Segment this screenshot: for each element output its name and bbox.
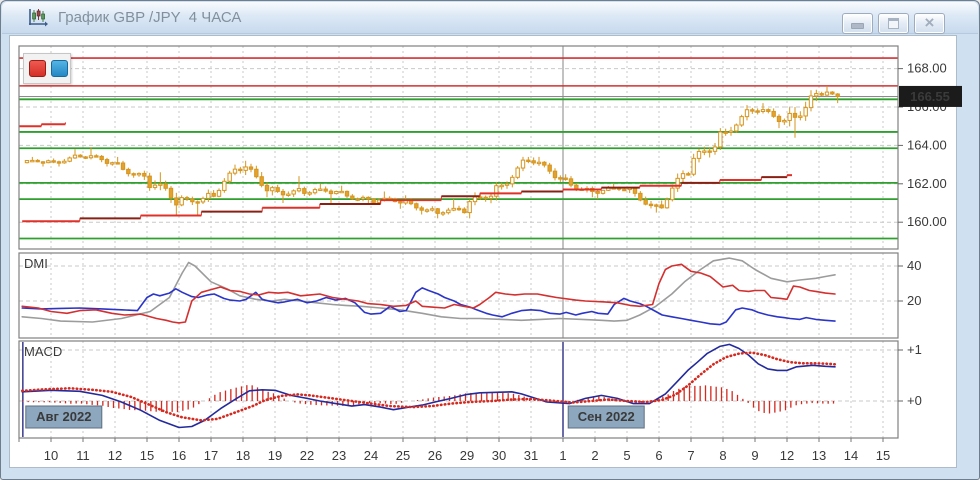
macd-panel: MACD	[20, 343, 837, 429]
svg-text:22: 22	[300, 448, 314, 463]
svg-text:16: 16	[172, 448, 186, 463]
svg-text:30: 30	[492, 448, 506, 463]
svg-text:19: 19	[268, 448, 282, 463]
svg-text:23: 23	[332, 448, 346, 463]
svg-text:160.00: 160.00	[907, 214, 947, 229]
svg-text:11: 11	[76, 448, 90, 463]
svg-text:7: 7	[687, 448, 694, 463]
svg-text:24: 24	[364, 448, 378, 463]
price-levels	[19, 57, 898, 240]
month-labels: Авг 2022 Сен 2022	[25, 405, 645, 429]
svg-text:40: 40	[907, 258, 921, 273]
svg-text:31: 31	[524, 448, 538, 463]
svg-text:164.00: 164.00	[907, 137, 947, 152]
svg-text:18: 18	[236, 448, 250, 463]
svg-text:MACD: MACD	[24, 344, 62, 359]
price-chart-canvas: DMIMACDАвг 2022Сен 2022168.00166.00164.0…	[18, 45, 962, 463]
chart-window: График GBP /JPY 4 ЧАСА × DMI MACD Авг 2022…	[0, 0, 980, 480]
svg-text:15: 15	[140, 448, 154, 463]
svg-text:168.00: 168.00	[907, 61, 947, 76]
svg-text:12: 12	[780, 448, 794, 463]
svg-text:Сен 2022: Сен 2022	[578, 409, 635, 424]
svg-text:9: 9	[751, 448, 758, 463]
svg-text:29: 29	[460, 448, 474, 463]
svg-text:5: 5	[623, 448, 630, 463]
svg-text:8: 8	[719, 448, 726, 463]
grid-lines	[19, 46, 898, 438]
svg-text:166.55: 166.55	[910, 89, 950, 104]
svg-text:14: 14	[844, 448, 858, 463]
svg-text:+1: +1	[907, 342, 922, 357]
svg-text:6: 6	[655, 448, 662, 463]
svg-text:2: 2	[591, 448, 598, 463]
svg-text:+0: +0	[907, 393, 922, 408]
svg-text:17: 17	[204, 448, 218, 463]
month-separators	[22, 46, 564, 437]
toolbar-red-button[interactable]	[29, 60, 46, 77]
toolbar-blue-button[interactable]	[51, 60, 68, 77]
svg-text:15: 15	[876, 448, 890, 463]
svg-text:162.00: 162.00	[907, 176, 947, 191]
svg-text:10: 10	[44, 448, 58, 463]
svg-text:26: 26	[428, 448, 442, 463]
trend-line	[19, 122, 792, 223]
price-axis-labels: 168.00166.00164.00162.00160.004020+1+0	[898, 61, 947, 408]
svg-text:12: 12	[108, 448, 122, 463]
svg-text:13: 13	[812, 448, 826, 463]
svg-text:25: 25	[396, 448, 410, 463]
svg-text:20: 20	[907, 293, 921, 308]
time-axis-labels: 10 11 12 15 16 17 18 19 22 23 24 25 26 29 30 31 1 2 5 6 7 8 9 1…	[44, 448, 890, 463]
svg-text:Авг 2022: Авг 2022	[36, 409, 91, 424]
panel-borders	[18, 45, 899, 442]
chart-mini-toolbar	[23, 53, 71, 84]
current-price-badge: 166.55	[899, 85, 962, 107]
svg-text:DMI: DMI	[24, 256, 48, 271]
svg-text:1: 1	[559, 448, 566, 463]
